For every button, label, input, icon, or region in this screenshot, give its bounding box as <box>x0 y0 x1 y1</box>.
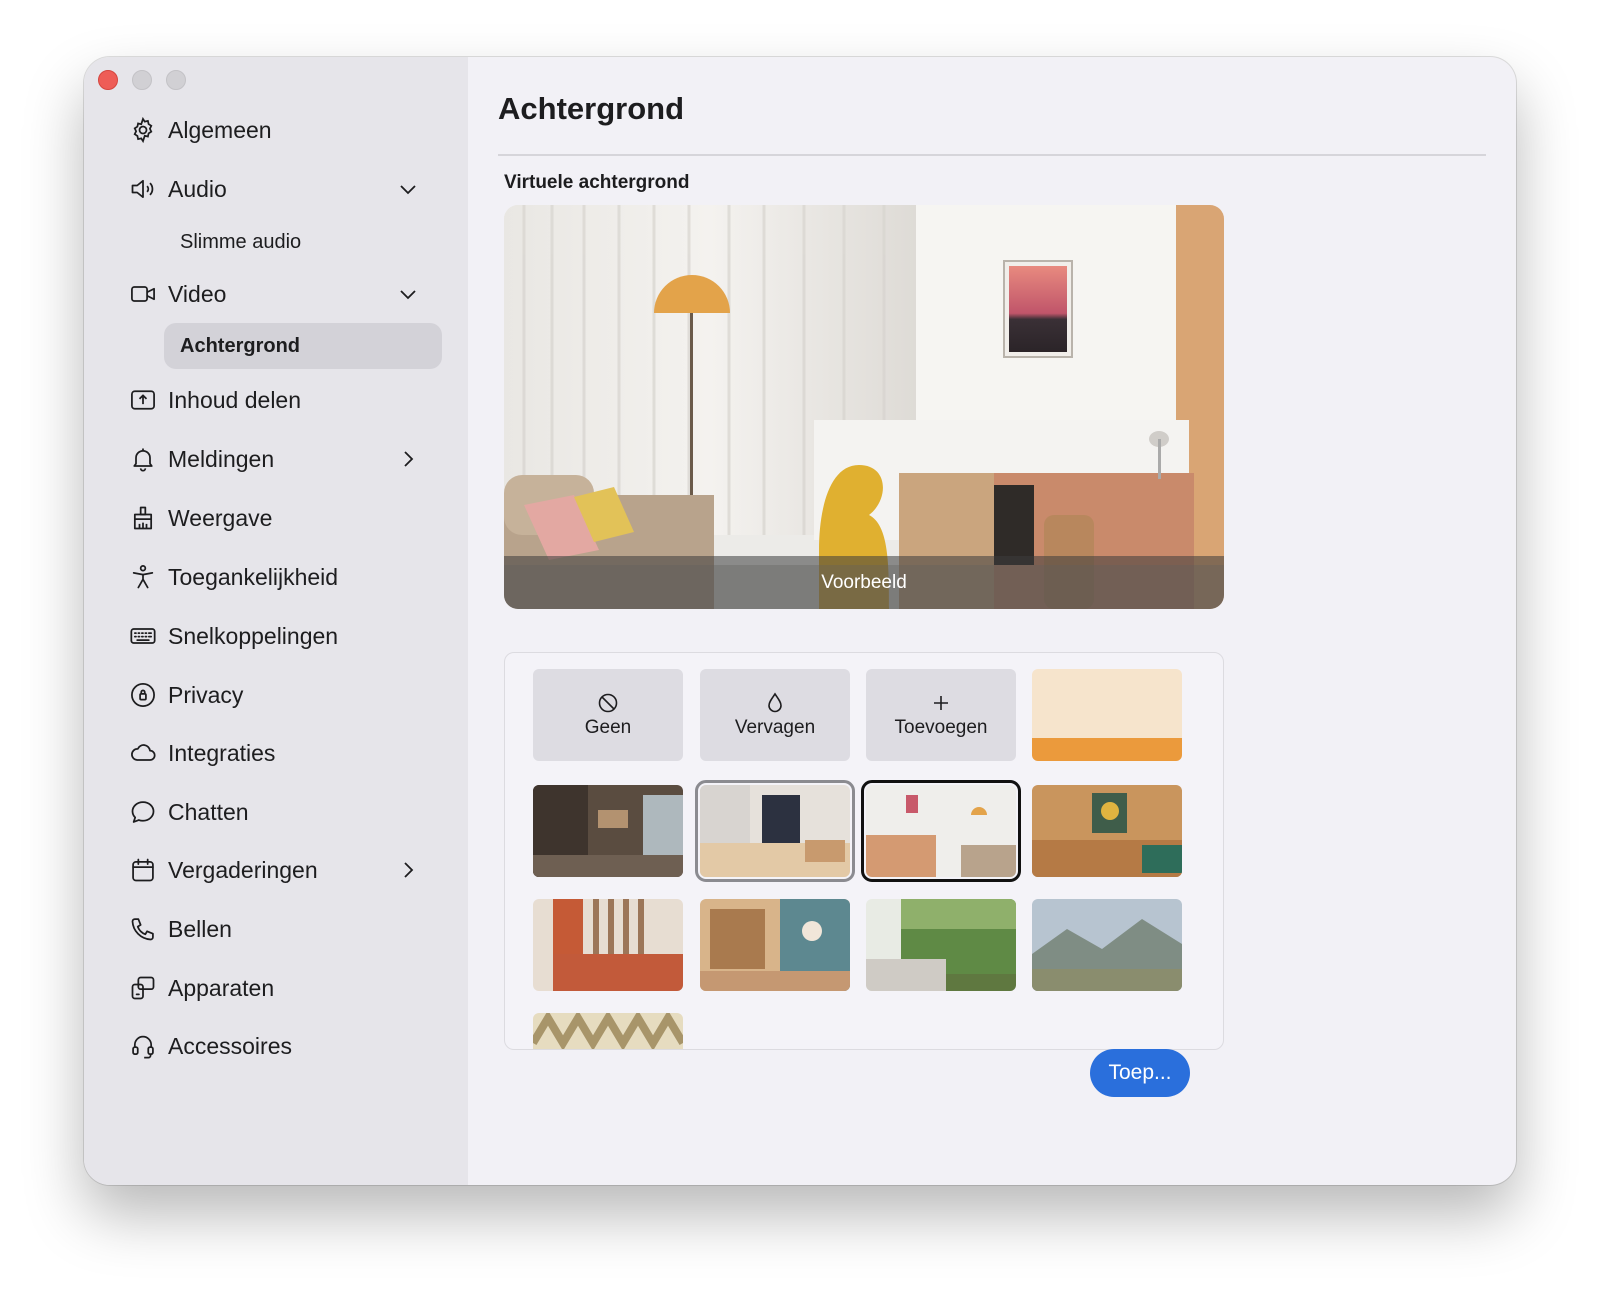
background-option-none[interactable]: Geen <box>533 669 683 761</box>
minimize-window-button[interactable] <box>132 70 152 90</box>
sidebar-item-label: Video <box>168 280 227 307</box>
thumbnail-image <box>1032 669 1182 761</box>
maximize-window-button[interactable] <box>166 70 186 90</box>
thumbnail-image <box>866 899 1016 991</box>
droplet-icon <box>768 692 782 713</box>
sidebar-item-label: Toegankelijkheid <box>168 563 339 590</box>
background-thumbnail-forest-view[interactable] <box>866 899 1016 991</box>
option-label: Vervagen <box>734 717 816 738</box>
thumbnail-image <box>533 899 683 991</box>
sidebar-item-meldingen[interactable]: Meldingen <box>128 436 448 482</box>
background-gallery: Geen Vervagen Toevoegen <box>504 652 1224 1050</box>
gear-icon <box>128 115 158 145</box>
sidebar-item-inhoud-delen[interactable]: Inhoud delen <box>128 377 448 423</box>
sidebar-item-label: Audio <box>168 175 227 202</box>
sidebar-item-video[interactable]: Video <box>128 271 448 317</box>
option-label: Toevoegen <box>894 717 988 738</box>
thumbnail-image <box>1032 899 1182 991</box>
chat-bubble-icon <box>128 797 158 827</box>
thumbnail-image <box>533 1013 683 1049</box>
background-thumbnail-living-room[interactable] <box>861 780 1021 882</box>
bell-icon <box>128 444 158 474</box>
option-label: Geen <box>584 717 632 738</box>
preview-label: Voorbeeld <box>504 556 1224 609</box>
thumbnail-image <box>866 785 1016 877</box>
background-thumbnail-orange[interactable] <box>1032 669 1182 761</box>
sidebar: Algemeen Audio Slimme audio Video Achter… <box>84 57 468 1185</box>
sidebar-item-snelkoppelingen[interactable]: Snelkoppelingen <box>128 613 448 659</box>
sidebar-item-label: Chatten <box>168 798 249 825</box>
sidebar-item-bellen[interactable]: Bellen <box>128 906 448 952</box>
share-screen-icon <box>128 385 158 415</box>
speaker-icon <box>128 174 158 204</box>
sidebar-item-label: Bellen <box>168 915 232 942</box>
cloud-icon <box>128 738 158 768</box>
background-option-blur[interactable]: Vervagen <box>700 669 850 761</box>
title-divider <box>498 154 1486 156</box>
background-thumbnail-cafe[interactable] <box>1032 785 1182 877</box>
content-area: Achtergrond Virtuele achtergrond Voorbee… <box>468 57 1516 1185</box>
devices-icon <box>128 973 158 1003</box>
thumbnail-image <box>700 899 850 991</box>
close-window-button[interactable] <box>98 70 118 90</box>
settings-window: Algemeen Audio Slimme audio Video Achter… <box>84 57 1516 1185</box>
sidebar-item-label: Inhoud delen <box>168 386 302 413</box>
sidebar-item-label: Achtergrond <box>180 334 300 357</box>
background-thumbnail-office-dark[interactable] <box>533 785 683 877</box>
sidebar-item-chatten[interactable]: Chatten <box>128 789 448 835</box>
background-thumbnail-red-lounge[interactable] <box>533 899 683 991</box>
sidebar-item-label: Integraties <box>168 739 276 766</box>
background-thumbnail-pattern[interactable] <box>533 1013 683 1049</box>
window-controls <box>98 70 186 90</box>
apply-button[interactable]: Toep... <box>1090 1049 1190 1097</box>
background-thumbnail-bookshelf[interactable] <box>700 899 850 991</box>
privacy-icon <box>128 680 158 710</box>
keyboard-icon <box>128 621 158 651</box>
accessibility-icon <box>128 562 158 592</box>
sidebar-item-label: Weergave <box>168 504 273 531</box>
thumbnail-image <box>533 785 683 877</box>
sidebar-item-achtergrond[interactable]: Achtergrond <box>164 323 442 369</box>
sidebar-item-label: Privacy <box>168 681 244 708</box>
plus-icon <box>934 696 948 710</box>
sidebar-item-label: Algemeen <box>168 116 272 143</box>
sidebar-item-label: Slimme audio <box>180 230 302 253</box>
sidebar-item-label: Meldingen <box>168 445 275 472</box>
calendar-icon <box>128 855 158 885</box>
chevron-down-icon[interactable] <box>396 282 420 306</box>
sidebar-item-accessoires[interactable]: Accessoires <box>128 1023 448 1069</box>
sidebar-item-label: Vergaderingen <box>168 856 318 883</box>
section-label: Virtuele achtergrond <box>504 172 690 193</box>
none-circle-icon <box>598 693 618 713</box>
video-camera-icon <box>128 279 158 309</box>
background-preview: Voorbeeld <box>504 205 1224 609</box>
sidebar-item-toegankelijkheid[interactable]: Toegankelijkheid <box>128 554 448 600</box>
background-thumbnail-mountains-blur[interactable] <box>1032 899 1182 991</box>
thumbnail-image <box>1032 785 1182 877</box>
background-thumbnail-blurred-room[interactable] <box>695 780 855 882</box>
background-option-add[interactable]: Toevoegen <box>866 669 1016 761</box>
sidebar-item-label: Accessoires <box>168 1032 292 1059</box>
sidebar-item-weergave[interactable]: Weergave <box>128 495 448 541</box>
chevron-right-icon[interactable] <box>396 858 420 882</box>
chevron-down-icon[interactable] <box>396 177 420 201</box>
sidebar-item-label: Snelkoppelingen <box>168 622 339 649</box>
brush-icon <box>128 503 158 533</box>
sidebar-item-label: Apparaten <box>168 974 275 1001</box>
headset-icon <box>128 1031 158 1061</box>
sidebar-item-slimme-audio[interactable]: Slimme audio <box>164 219 442 265</box>
sidebar-item-integraties[interactable]: Integraties <box>128 730 448 776</box>
page-title: Achtergrond <box>498 91 684 126</box>
thumbnail-image <box>700 785 850 877</box>
phone-icon <box>128 914 158 944</box>
sidebar-item-apparaten[interactable]: Apparaten <box>128 965 448 1011</box>
sidebar-item-vergaderingen[interactable]: Vergaderingen <box>128 847 448 893</box>
sidebar-item-privacy[interactable]: Privacy <box>128 672 448 718</box>
preview-image <box>504 205 1224 609</box>
chevron-right-icon[interactable] <box>396 447 420 471</box>
sidebar-item-algemeen[interactable]: Algemeen <box>128 107 448 153</box>
sidebar-item-audio[interactable]: Audio <box>128 166 448 212</box>
